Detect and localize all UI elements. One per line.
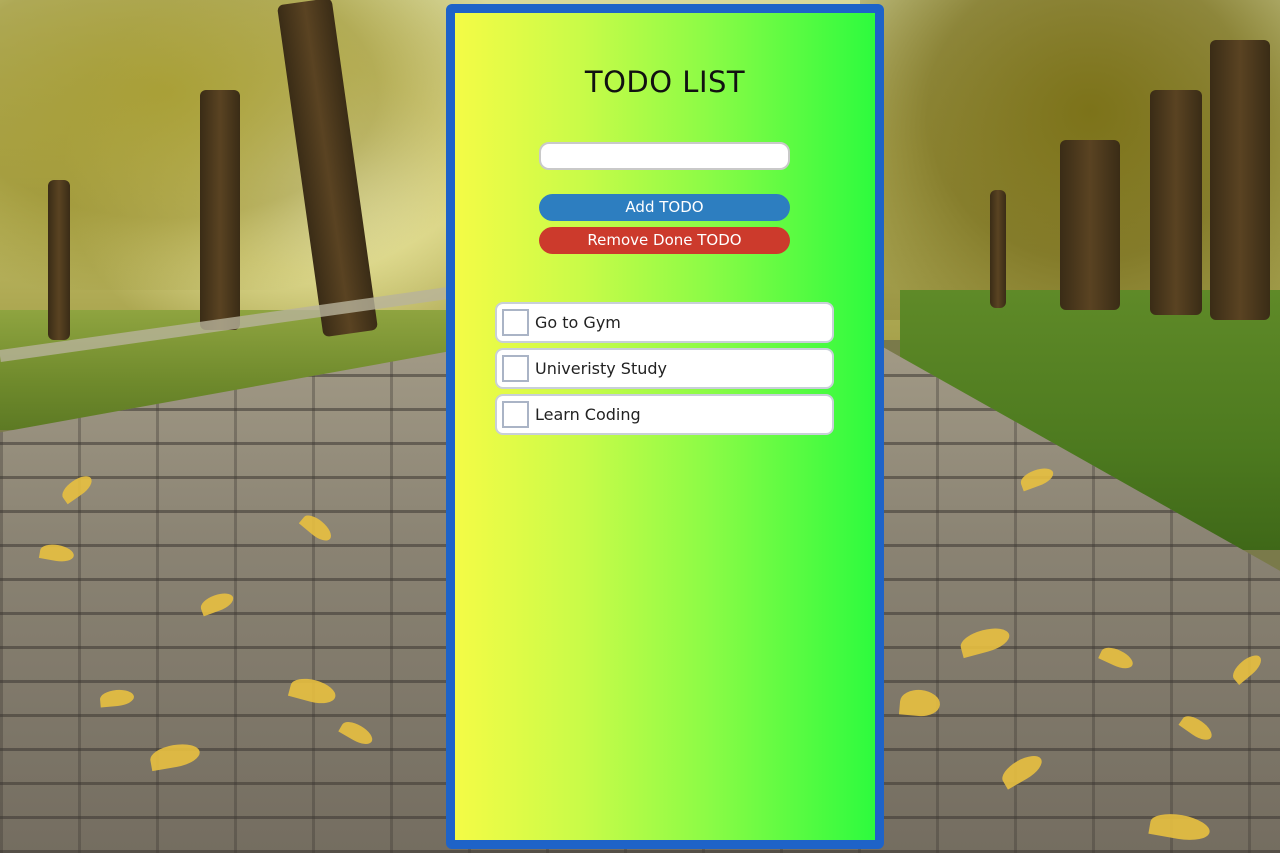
page-title: TODO LIST (584, 65, 746, 99)
list-item[interactable]: Learn Coding (495, 394, 834, 435)
background-tree-trunk (200, 90, 240, 330)
background-tree-trunk (1150, 90, 1202, 315)
todo-input[interactable] (539, 142, 790, 170)
add-todo-button[interactable]: Add TODO (539, 194, 790, 221)
todo-item-label: Univeristy Study (535, 359, 667, 378)
background-tree-trunk (990, 190, 1006, 308)
todo-panel: TODO LIST Add TODO Remove Done TODO Go t… (446, 4, 884, 849)
background-canopy-left (0, 0, 500, 290)
todo-item-label: Learn Coding (535, 405, 641, 424)
background-tree-trunk (1210, 40, 1270, 320)
background-tree-trunk (1060, 140, 1120, 310)
todo-checkbox[interactable] (502, 355, 529, 382)
background-tree-trunk (48, 180, 70, 340)
todo-checkbox[interactable] (502, 401, 529, 428)
todo-list: Go to Gym Univeristy Study Learn Coding (495, 302, 834, 440)
todo-item-label: Go to Gym (535, 313, 621, 332)
remove-done-todo-button[interactable]: Remove Done TODO (539, 227, 790, 254)
list-item[interactable]: Go to Gym (495, 302, 834, 343)
list-item[interactable]: Univeristy Study (495, 348, 834, 389)
todo-checkbox[interactable] (502, 309, 529, 336)
